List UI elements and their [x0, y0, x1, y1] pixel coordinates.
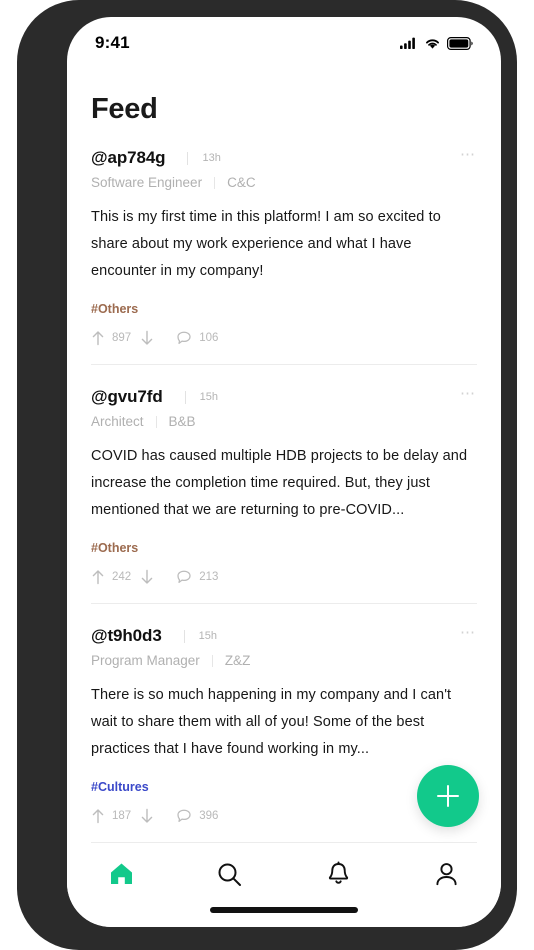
upvote-button[interactable]: 187 [91, 808, 131, 824]
bell-icon [328, 861, 348, 884]
role-company-separator [211, 654, 213, 667]
post-card[interactable]: @ap784g 13h ⋯ Software Engineer C&C This… [67, 126, 501, 346]
nav-item-profile[interactable] [393, 861, 502, 888]
post-body-text: COVID has caused multiple HDB projects t… [91, 448, 468, 518]
arrow-down-icon [141, 808, 153, 823]
post-author-meta: Program Manager Z&Z [91, 653, 477, 668]
feed-list: @ap784g 13h ⋯ Software Engineer C&C This… [67, 126, 501, 843]
post-author-role: Program Manager [91, 653, 200, 668]
handle-time-separator [187, 151, 189, 165]
arrow-up-icon [92, 570, 104, 585]
post-handle[interactable]: @ap784g [91, 148, 166, 168]
upvote-button[interactable]: 242 [91, 569, 131, 585]
home-indicator [210, 907, 358, 913]
post-author-company: Z&Z [224, 653, 251, 668]
post-actions: 897 106 [91, 330, 477, 346]
comment-count: 106 [199, 332, 219, 344]
upvote-count: 897 [112, 332, 132, 344]
comment-bubble-icon [177, 570, 191, 584]
nav-item-home[interactable] [67, 861, 176, 887]
post-actions: 187 396 [91, 808, 477, 824]
wifi-icon [426, 38, 439, 49]
post-author-role: Architect [91, 414, 144, 429]
person-icon [436, 863, 457, 886]
role-company-separator [155, 415, 157, 428]
comment-count: 213 [199, 571, 219, 583]
device-frame: 9:41 Feed @ap784g 13h ⋯ Software Enginee… [17, 0, 517, 950]
upvote-count: 242 [112, 571, 132, 583]
post-more-options-icon[interactable]: ⋯ [460, 147, 477, 165]
comment-button[interactable]: 213 [176, 569, 218, 585]
post-body-text: There is so much happening in my company… [91, 687, 452, 757]
post-author-meta: Architect B&B [91, 414, 477, 429]
comment-button[interactable]: 396 [176, 808, 218, 824]
status-bar-time: 9:41 [95, 33, 130, 52]
comment-bubble-icon [177, 331, 191, 345]
page-title: Feed [91, 93, 158, 125]
post-handle[interactable]: @gvu7fd [91, 387, 163, 407]
upvote-button[interactable]: 897 [91, 330, 131, 346]
search-icon [218, 863, 242, 886]
post-author-role: Software Engineer [91, 175, 203, 190]
nav-item-search[interactable] [176, 861, 285, 888]
bottom-navigation [67, 845, 501, 927]
handle-time-separator [183, 629, 185, 643]
post-author-meta: Software Engineer C&C [91, 175, 477, 190]
phone-screen: 9:41 Feed @ap784g 13h ⋯ Software Enginee… [67, 17, 501, 927]
post-more-options-icon[interactable]: ⋯ [460, 386, 477, 404]
role-company-separator [214, 176, 216, 189]
downvote-button[interactable] [140, 330, 154, 346]
downvote-button[interactable] [140, 569, 154, 585]
post-header: @gvu7fd 15h ⋯ [91, 386, 477, 407]
post-header: @ap784g 13h ⋯ [91, 147, 477, 168]
status-bar-icons [400, 36, 473, 50]
post-card[interactable]: @gvu7fd 15h ⋯ Architect B&B COVID has ca… [67, 365, 501, 585]
downvote-button[interactable] [140, 808, 154, 824]
post-actions: 242 213 [91, 569, 477, 585]
arrow-up-icon [92, 809, 104, 824]
home-icon [110, 863, 132, 884]
comment-count: 396 [199, 810, 219, 822]
post-handle[interactable]: @t9h0d3 [91, 626, 162, 646]
post-author-company: B&B [168, 414, 196, 429]
post-timestamp: 15h [199, 391, 218, 403]
arrow-down-icon [141, 330, 153, 345]
post-body-text: This is my first time in this platform! … [91, 209, 441, 279]
cellular-signal-icon [400, 37, 415, 49]
nav-item-notifications[interactable] [284, 861, 393, 888]
post-divider [91, 842, 477, 843]
post-tag[interactable]: #Others [91, 541, 477, 555]
post-tag[interactable]: #Others [91, 302, 477, 316]
comment-bubble-icon [177, 809, 191, 823]
battery-full-icon [447, 36, 473, 50]
arrow-down-icon [141, 569, 153, 584]
plus-icon [437, 785, 459, 807]
create-post-fab[interactable] [417, 765, 479, 827]
post-timestamp: 15h [198, 630, 218, 642]
arrow-up-icon [92, 331, 104, 346]
handle-time-separator [184, 390, 186, 404]
post-header: @t9h0d3 15h ⋯ [91, 625, 477, 646]
post-author-company: C&C [227, 175, 256, 190]
upvote-count: 187 [112, 810, 132, 822]
comment-button[interactable]: 106 [176, 330, 218, 346]
post-timestamp: 13h [202, 152, 221, 164]
post-more-options-icon[interactable]: ⋯ [460, 625, 477, 643]
status-bar: 9:41 [67, 17, 501, 63]
